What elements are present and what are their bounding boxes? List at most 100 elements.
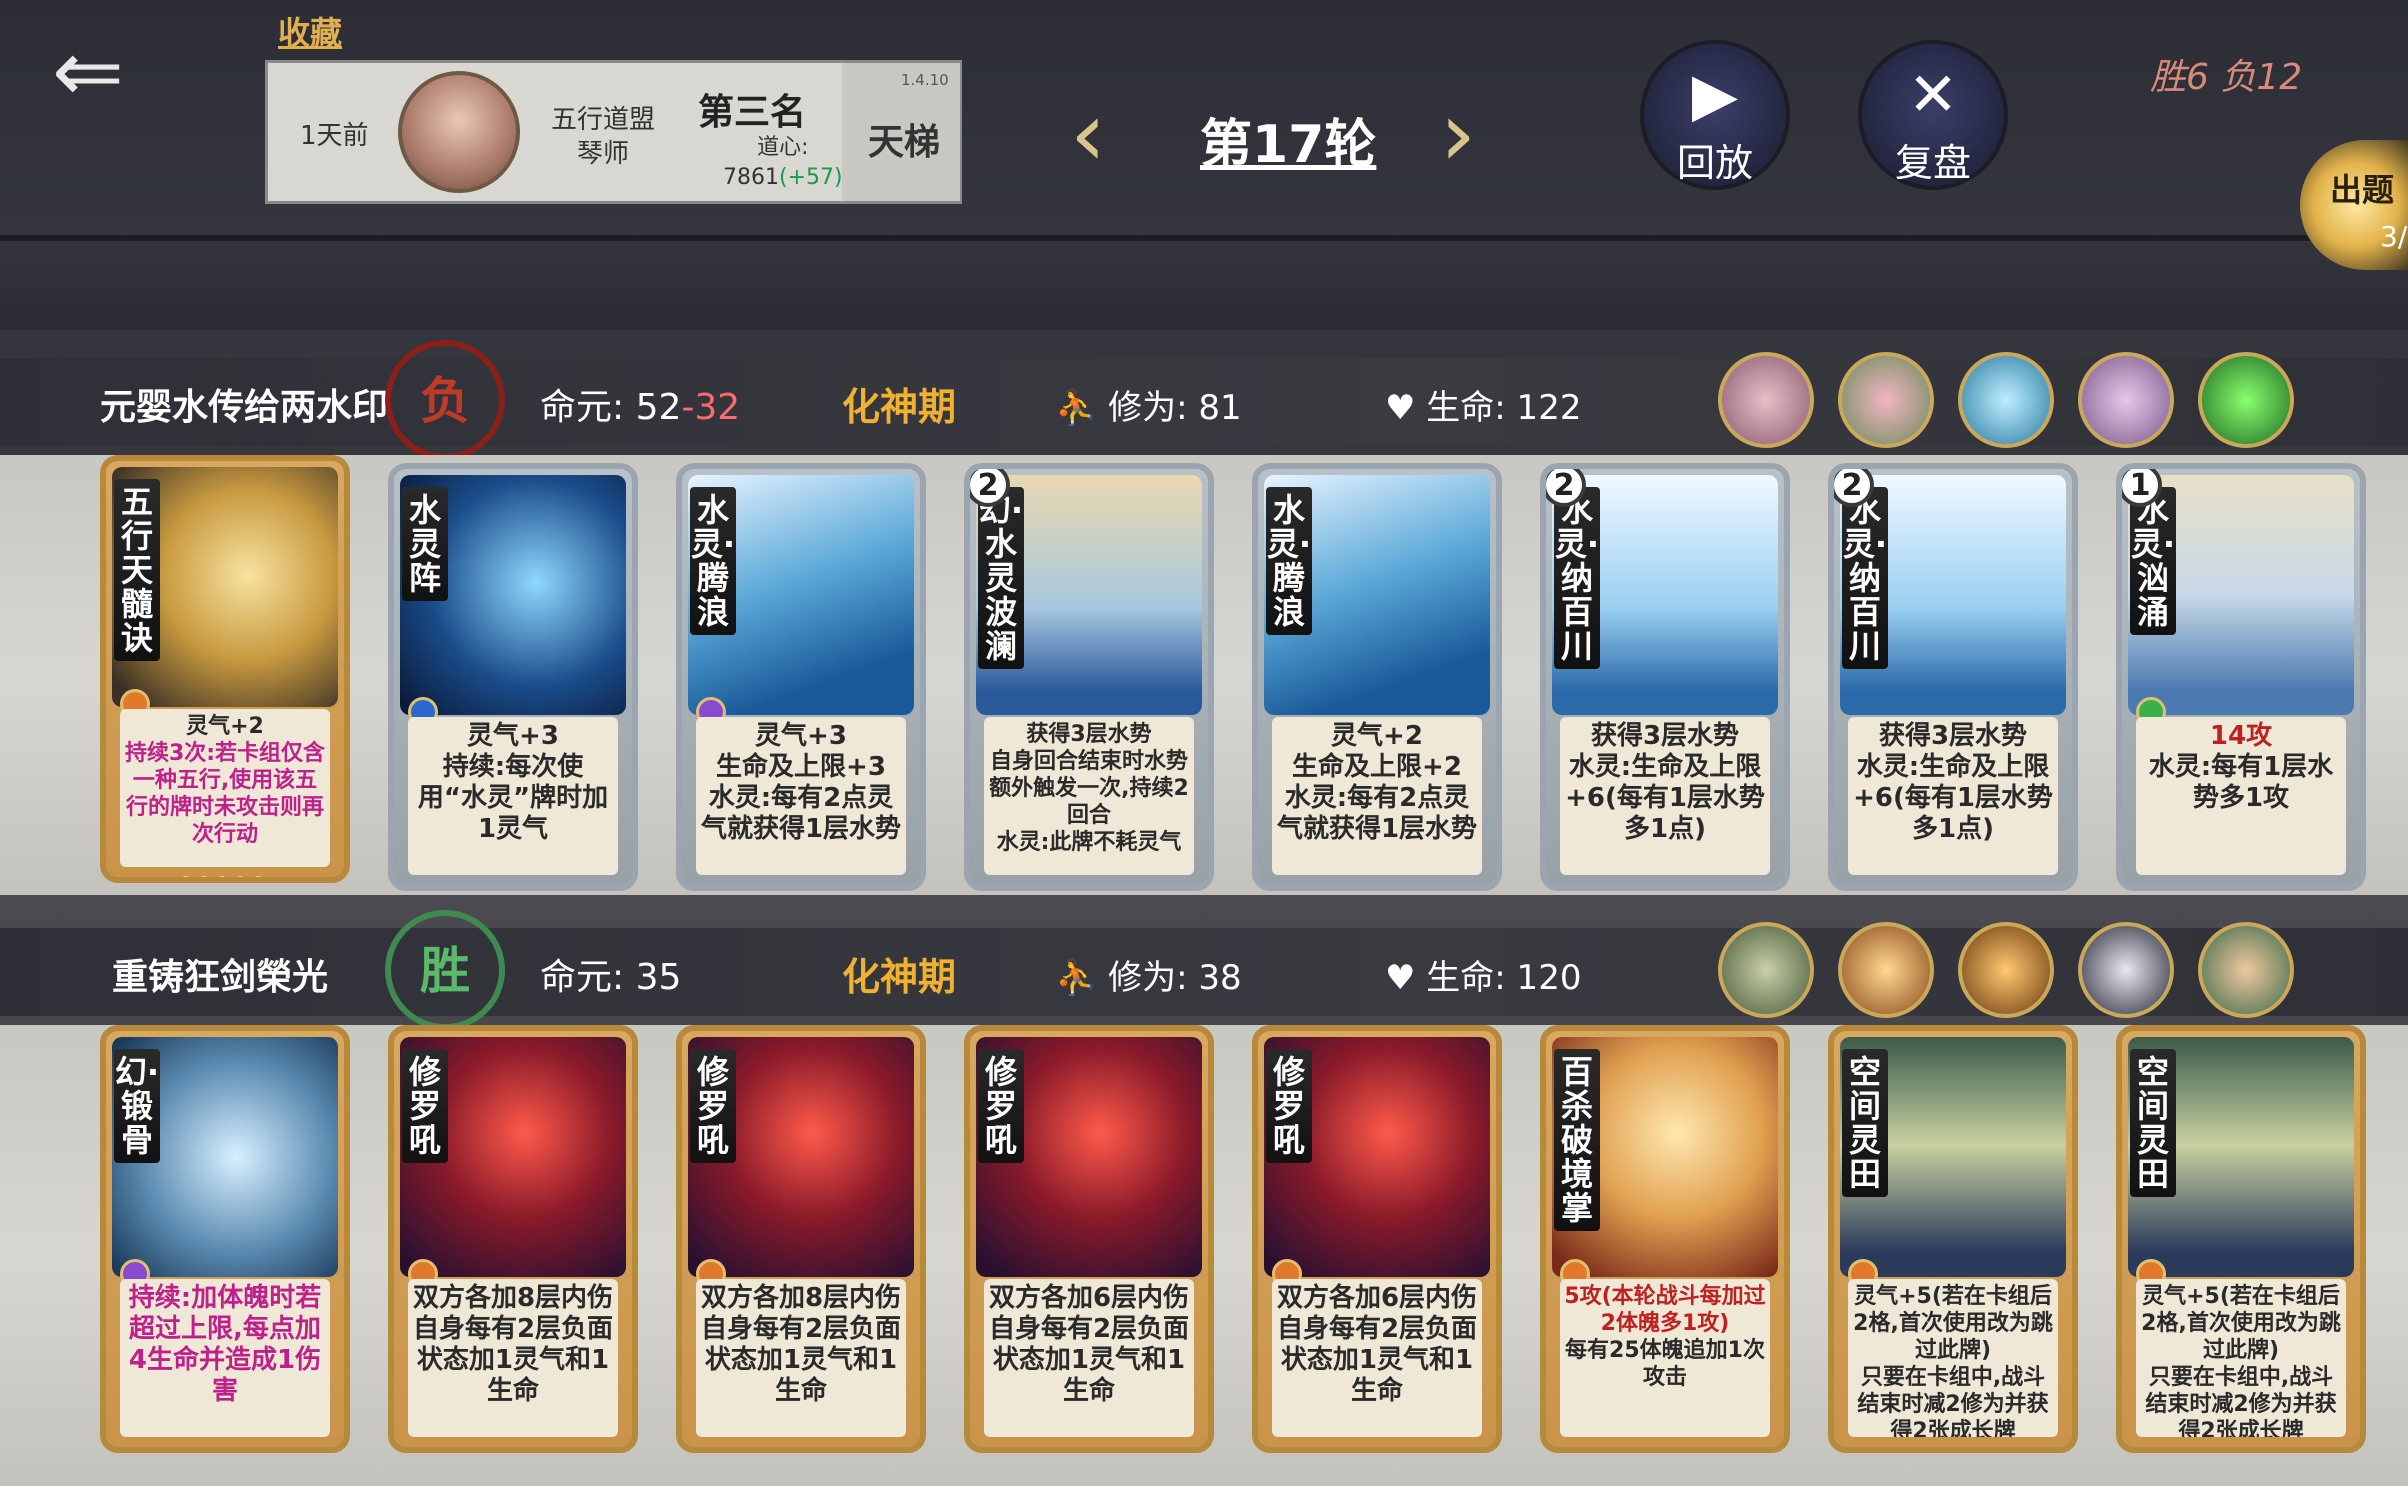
player-name: 元婴水传给两水印 [100,387,389,428]
daoxin: 道心: 7861(+57) [723,133,843,193]
card-desc-line: 持续:加体魄时若超过上限,每点加4生命并造成1伤害 [128,1283,322,1406]
card-desc-line: 灵气+5(若在卡组后2格,首次使用改为跳过此牌) [2141,1284,2341,1363]
card[interactable]: 百杀破境掌 5攻(本轮战斗每加过2体魄多1攻) 每有25体魄追加1次攻击 [1540,1025,1790,1453]
role-label: 琴师 [576,139,629,169]
card[interactable]: 2 水灵·纳百川 获得3层水势 水灵:生命及上限+6(每有1层水势多1点) [1828,463,2078,891]
card-desc-line: 水灵:生命及上限+6(每有1层水势多1点) [1565,752,1765,844]
lady-avatar-icon[interactable] [1718,352,1814,448]
result-seal-lose: 负 [385,340,505,460]
card-desc-line: 自身回合结束时水势额外触发一次,持续2回合 [989,749,1189,828]
card[interactable]: 修罗吼 双方各加8层内伤 自身每有2层负面状态加1灵气和1生命 [676,1025,926,1453]
card[interactable]: 水灵阵 灵气+3 持续:每次使用“水灵”牌时加1灵气 [388,463,638,891]
hp-stat: ♥ 生命: 120 [1385,950,1581,999]
card-desc-line: 灵气+3 [467,721,559,751]
card-level: 2 [1834,469,1874,507]
chevron-left-icon[interactable]: ‹ [1070,90,1106,180]
meditation-icon[interactable] [2198,352,2294,448]
card-desc-line: 自身每有2层负面状态加1灵气和1生命 [988,1314,1190,1406]
record-clan: 五行道盟 琴师 [538,103,668,171]
card[interactable]: 水灵·腾浪 灵气+3 生命及上限+3 水灵:每有2点灵气就获得1层水势 [676,463,926,891]
card-desc-line: 获得3层水势 [1590,721,1740,751]
card-desc: 双方各加8层内伤 自身每有2层负面状态加1灵气和1生命 [408,1279,618,1437]
card-name: 五行天髓诀 [114,479,160,661]
card-level: 2 [1546,469,1586,507]
back-arrow-icon[interactable]: ⇐ [28,29,148,115]
card-name: 水灵·汹涌 [2130,487,2176,635]
mingyuan-label: 命元: [540,387,625,428]
card[interactable]: 1 水灵·汹涌 14攻 水灵:每有1层水势多1攻 [2116,463,2366,891]
card-desc-line: 每有25体魄追加1次攻击 [1565,1338,1765,1390]
divider [0,235,2408,241]
daoxin-label: 道心: [757,135,809,160]
card-desc-line: 灵气+2 [1331,721,1423,751]
mingyuan: 命元: 35 [540,948,681,1000]
flower-icon[interactable] [1838,352,1934,448]
water-swirl-icon[interactable] [1958,352,2054,448]
flex-arm-icon[interactable] [1958,922,2054,1018]
mingyuan-value: 52 [635,387,682,428]
card[interactable]: 空间灵田 灵气+5(若在卡组后2格,首次使用改为跳过此牌) 只要在卡组中,战斗结… [2116,1025,2366,1453]
favorite-link[interactable]: 收藏 [278,8,342,54]
mingyuan-value: 35 [635,957,682,998]
hp-stat: ♥ 生命: 122 [1385,380,1581,429]
card[interactable]: 空间灵田 灵气+5(若在卡组后2格,首次使用改为跳过此牌) 只要在卡组中,战斗结… [1828,1025,2078,1453]
card[interactable]: 2 幻·水灵波澜 获得3层水势 自身回合结束时水势额外触发一次,持续2回合 水灵… [964,463,1214,891]
card-desc-line: 5攻(本轮战斗每加过2体魄多1攻) [1564,1284,1766,1336]
mode-label: 天梯 [868,122,941,163]
card-desc: 双方各加8层内伤 自身每有2层负面状态加1灵气和1生命 [696,1279,906,1437]
review-label: 复盘 [1894,141,1971,185]
stage-label: 化神期 [842,955,957,999]
swordsman-avatar-icon[interactable] [1718,922,1814,1018]
avatar [398,71,520,193]
card-desc-line: 自身每有2层负面状态加1灵气和1生命 [700,1314,902,1406]
clan-label: 五行道盟 [550,105,655,135]
card-desc-line: 自身每有2层负面状态加1灵气和1生命 [412,1314,614,1406]
card-desc-line: 只要在卡组中,战斗结束时减2修为并获得2张成长牌 [1857,1365,2049,1437]
card-name: 水灵·纳百川 [1554,487,1600,669]
body-glow-icon[interactable] [1838,922,1934,1018]
player-name: 重铸狂剑榮光 [112,957,329,998]
card-desc: 灵气+3 持续:每次使用“水灵”牌时加1灵气 [408,717,618,875]
replay-button[interactable]: ▶ 回放 [1640,40,1790,190]
card[interactable]: 水灵·腾浪 灵气+2 生命及上限+2 水灵:每有2点灵气就获得1层水势 [1252,463,1502,891]
card-desc: 获得3层水势 水灵:生命及上限+6(每有1层水势多1点) [1848,717,2058,875]
review-button[interactable]: ✕ 复盘 [1858,40,2008,190]
card[interactable]: 五行天髓诀 灵气+2 持续3次:若卡组仅含一种五行,使用该五行的牌时未攻击则再次… [100,455,350,883]
card[interactable]: 修罗吼 双方各加8层内伤 自身每有2层负面状态加1灵气和1生命 [388,1025,638,1453]
card-desc: 持续:加体魄时若超过上限,每点加4生命并造成1伤害 [120,1279,330,1437]
play-icon: ▶ [1691,60,1739,130]
card-desc-line: 双方各加8层内伤 [412,1283,614,1313]
card-level: 2 [970,469,1010,507]
card-desc-line: 持续:每次使用“水灵”牌时加1灵气 [417,752,609,844]
yin-yang-swirl-icon[interactable] [2078,922,2174,1018]
daoxin-value: 7861 [723,165,779,190]
card-name: 幻·锻骨 [114,1049,160,1163]
card-desc-line: 获得3层水势 [1026,722,1152,747]
win-loss-record: 胜6 负12 [2150,57,2303,98]
card[interactable]: 修罗吼 双方各加6层内伤 自身每有2层负面状态加1灵气和1生命 [964,1025,1214,1453]
card-desc-line: 生命及上限+3 [716,752,886,782]
version-label: 1.4.10 [901,71,949,89]
card-name: 水灵·腾浪 [690,487,736,635]
card[interactable]: 修罗吼 双方各加6层内伤 自身每有2层负面状态加1灵气和1生命 [1252,1025,1502,1453]
mingyuan-label: 命元: [540,957,625,998]
card-desc-line: 水灵:每有2点灵气就获得1层水势 [1276,783,1478,844]
card[interactable]: 2 水灵·纳百川 获得3层水势 水灵:生命及上限+6(每有1层水势多1点) [1540,463,1790,891]
card-desc-line: 水灵:生命及上限+6(每有1层水势多1点) [1853,752,2053,844]
card-desc: 双方各加6层内伤 自身每有2层负面状态加1灵气和1生命 [1272,1279,1482,1437]
card-name: 水灵阵 [402,487,448,601]
record-panel[interactable]: 1天前 五行道盟 琴师 第三名 道心: 7861(+57) 1.4.10 天梯 [265,60,962,204]
rank-label: 第三名 [698,92,807,133]
quest-count: 3/ [2380,220,2408,253]
chevron-right-icon[interactable]: › [1440,90,1476,180]
xiuwei-stat: ⛹ 修为: 38 [1055,950,1242,999]
card-desc-line: 水灵:每有2点灵气就获得1层水势 [700,783,902,844]
card-name: 水灵·纳百川 [1842,487,1888,669]
card-name: 水灵·腾浪 [1266,487,1312,635]
card[interactable]: 幻·锻骨 持续:加体魄时若超过上限,每点加4生命并造成1伤害 [100,1025,350,1453]
card-name: 空间灵田 [2130,1049,2176,1197]
card-name: 修罗吼 [1266,1049,1312,1163]
boy-avatar-icon[interactable] [2198,922,2294,1018]
card-name: 修罗吼 [402,1049,448,1163]
cherry-branch-icon[interactable] [2078,352,2174,448]
